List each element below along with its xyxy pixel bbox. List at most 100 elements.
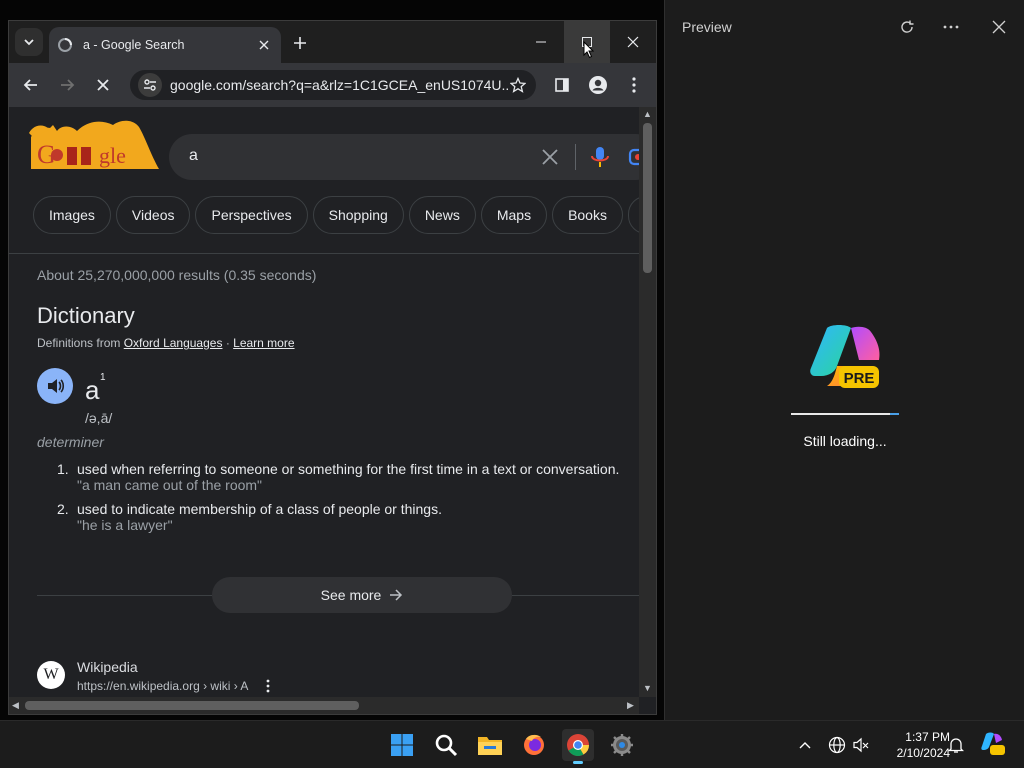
source-prefix: Definitions from (37, 336, 121, 350)
camera-lens-icon[interactable] (627, 145, 639, 169)
close-icon (97, 79, 109, 91)
bell-icon (948, 738, 964, 753)
side-panel-button[interactable] (548, 71, 576, 99)
chevron-down-icon (24, 39, 34, 46)
taskbar-search-button[interactable] (430, 729, 462, 761)
definition-text: used when referring to someone or someth… (77, 461, 620, 477)
firefox-button[interactable] (518, 729, 550, 761)
pronounce-button[interactable] (37, 368, 73, 404)
back-button[interactable] (17, 71, 45, 99)
result-stats: About 25,270,000,000 results (0.35 secon… (37, 267, 317, 283)
definition-text: used to indicate membership of a class o… (77, 501, 442, 517)
address-bar[interactable]: google.com/search?q=a&rlz=1C1GCEA_enUS10… (130, 70, 536, 100)
chevron-up-icon (799, 742, 811, 749)
arrow-right-icon (61, 79, 75, 91)
minimize-button[interactable] (518, 21, 564, 63)
windows-start-icon (391, 734, 413, 756)
more-vertical-icon (632, 77, 636, 93)
arrow-left-icon (23, 79, 37, 91)
scroll-right-icon[interactable]: ▶ (627, 700, 634, 711)
chip-perspectives[interactable]: Perspectives (195, 196, 308, 234)
tab-google-search[interactable]: a - Google Search (49, 27, 281, 63)
settings-button[interactable] (606, 729, 638, 761)
profile-button[interactable] (584, 71, 612, 99)
progress-fill (890, 413, 899, 415)
menu-button[interactable] (620, 71, 648, 99)
google-doodle-logo[interactable]: G gle (27, 117, 159, 177)
scroll-up-icon[interactable]: ▲ (643, 109, 652, 119)
stop-loading-button[interactable] (89, 71, 117, 99)
part-of-speech: determiner (37, 434, 104, 450)
chip-news[interactable]: News (408, 196, 476, 234)
new-tab-button[interactable] (289, 32, 311, 54)
speaker-muted-icon (853, 737, 869, 753)
scrollbar-thumb[interactable] (643, 123, 652, 273)
volume-button[interactable] (851, 735, 871, 755)
search-divider (575, 144, 576, 170)
chrome-icon (567, 734, 589, 756)
file-explorer-button[interactable] (474, 729, 506, 761)
chip-images[interactable]: Images (33, 196, 111, 234)
clock[interactable]: 1:37 PM 2/10/2024 (876, 729, 950, 761)
close-preview-button[interactable] (987, 15, 1011, 39)
header-divider (9, 253, 639, 254)
source-separator: · (225, 336, 230, 350)
loading-message: Still loading... (803, 433, 887, 449)
definition-example: "a man came out of the room" (77, 477, 263, 493)
learn-more-link[interactable]: Learn more (233, 336, 294, 350)
site-info-button[interactable] (138, 73, 162, 97)
svg-text:gle: gle (99, 143, 126, 168)
refresh-button[interactable] (895, 15, 919, 39)
chip-shopping[interactable]: Shopping (312, 196, 404, 234)
dictionary-heading: Dictionary (37, 303, 135, 328)
result-breadcrumb[interactable]: https://en.wikipedia.org › wiki › A (77, 679, 248, 693)
url-text: google.com/search?q=a&rlz=1C1GCEA_enUS10… (170, 77, 508, 93)
preview-pane: Preview PRE Still loading... (664, 0, 1024, 720)
oxford-languages-link[interactable]: Oxford Languages (124, 336, 223, 350)
plus-icon (294, 37, 306, 49)
clear-icon[interactable] (539, 146, 561, 168)
chip-maps[interactable]: Maps (480, 196, 548, 234)
network-button[interactable] (827, 735, 847, 755)
search-query[interactable]: a (189, 147, 198, 165)
forward-button[interactable] (53, 71, 81, 99)
divider (37, 595, 212, 596)
vertical-scrollbar[interactable]: ▲ ▼ (639, 107, 656, 697)
preview-title: Preview (682, 19, 732, 35)
speaker-icon (48, 379, 65, 393)
notifications-button[interactable] (946, 735, 966, 755)
refresh-icon (901, 20, 914, 33)
more-horizontal-icon (943, 25, 959, 29)
scroll-down-icon[interactable]: ▼ (643, 683, 652, 693)
bookmark-button[interactable] (508, 75, 528, 95)
copilot-tray-button[interactable] (980, 731, 1006, 757)
start-button[interactable] (386, 729, 418, 761)
definition-example: "he is a lawyer" (77, 517, 173, 533)
result-site-name[interactable]: Wikipedia (77, 659, 138, 675)
chrome-button[interactable] (562, 729, 594, 764)
scroll-left-icon[interactable]: ◀ (12, 700, 19, 711)
see-more-button[interactable]: See more (212, 577, 512, 613)
chip-books[interactable]: Books (552, 196, 623, 234)
close-icon (992, 20, 1006, 34)
scrollbar-thumb[interactable] (25, 701, 359, 710)
taskbar: 1:37 PM 2/10/2024 (0, 720, 1024, 768)
star-icon (510, 77, 526, 93)
close-icon (259, 40, 269, 50)
microphone-icon[interactable] (589, 145, 611, 169)
close-window-button[interactable] (610, 21, 656, 63)
more-options-button[interactable] (939, 15, 963, 39)
chip-videos[interactable]: Videos (115, 196, 191, 234)
show-hidden-icons-button[interactable] (795, 735, 815, 755)
maximize-button[interactable] (564, 21, 610, 63)
horizontal-scrollbar[interactable]: ◀ ▶ (9, 697, 639, 714)
side-panel-icon (555, 78, 569, 92)
search-box[interactable]: a (169, 134, 639, 180)
more-vertical-icon[interactable] (263, 679, 273, 693)
desktop: a - Google Search google.com/search?q=a&… (0, 0, 1024, 720)
chrome-window: a - Google Search google.com/search?q=a&… (8, 20, 657, 715)
chip-truncated[interactable]: I (627, 196, 639, 234)
tab-close-button[interactable] (255, 36, 273, 54)
active-indicator (573, 761, 583, 764)
tab-search-button[interactable] (15, 28, 43, 56)
